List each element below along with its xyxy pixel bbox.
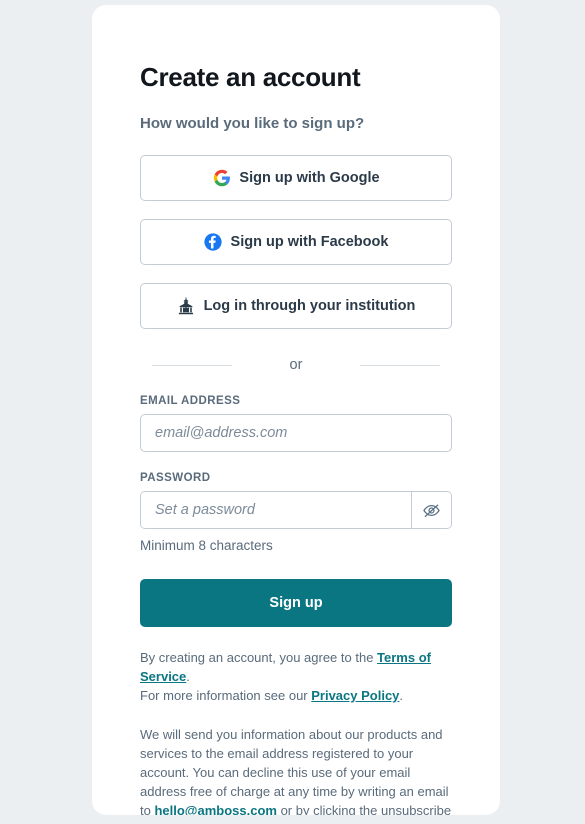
password-input[interactable] [141, 492, 411, 529]
signup-google-button[interactable]: Sign up with Google [140, 155, 452, 202]
login-institution-button[interactable]: Log in through your institution [140, 283, 452, 330]
eye-off-icon [422, 501, 441, 520]
or-divider: or [140, 355, 452, 375]
toggle-password-visibility-button[interactable] [411, 492, 451, 529]
institution-icon [177, 297, 196, 316]
terms-suffix: . [186, 669, 190, 685]
page-background: Create an account How would you like to … [0, 0, 585, 824]
facebook-icon [204, 233, 223, 252]
sign-up-button[interactable]: Sign up [140, 579, 452, 628]
password-hint: Minimum 8 characters [140, 538, 273, 554]
password-label: PASSWORD [140, 472, 211, 485]
divider-label: or [289, 357, 303, 374]
email-label: EMAIL ADDRESS [140, 395, 241, 408]
divider-line-left [151, 364, 232, 366]
page-title: Create an account [140, 62, 361, 92]
divider-line-right [360, 364, 441, 366]
sso-button-list: Sign up with Google Sign up with Faceboo… [140, 155, 452, 330]
support-email-link[interactable]: hello@amboss.com [154, 803, 276, 815]
marketing-prefix: We will send you information about our p… [140, 727, 449, 815]
marketing-consent-text: We will send you information about our p… [140, 726, 452, 815]
password-field-group [140, 491, 452, 530]
signup-card: Create an account How would you like to … [92, 5, 500, 815]
google-icon [212, 169, 231, 188]
privacy-suffix: . [399, 688, 404, 704]
signup-google-label: Sign up with Google [239, 170, 380, 187]
signup-facebook-label: Sign up with Facebook [230, 234, 389, 251]
terms-agreement-text: By creating an account, you agree to the… [140, 649, 452, 706]
signup-facebook-button[interactable]: Sign up with Facebook [140, 219, 452, 266]
page-subtitle: How would you like to sign up? [140, 115, 365, 133]
email-input[interactable] [140, 414, 452, 453]
login-institution-label: Log in through your institution [203, 298, 416, 315]
privacy-prefix: For more information see our [140, 688, 312, 704]
privacy-policy-link[interactable]: Privacy Policy [311, 688, 399, 703]
terms-prefix: By creating an account, you agree to the [140, 650, 378, 666]
